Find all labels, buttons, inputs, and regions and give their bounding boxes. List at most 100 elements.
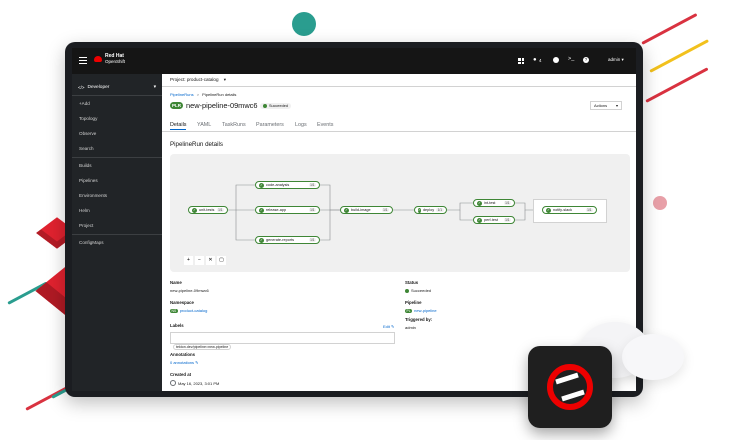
tab-taskruns[interactable]: TaskRuns [222,122,246,128]
status-value: Succeeded [405,288,431,293]
tab-bar: Details YAML TaskRuns Parameters Logs Ev… [162,120,636,132]
page-header: PLR new-pipeline-09mwc6 Succeeded [170,101,291,110]
task-label: notify-slack [553,208,572,212]
task-label: deploy [422,208,435,212]
status-badge: Succeeded [260,102,291,109]
created-text: May 16, 2023, 3:01 PM [178,380,220,386]
sidebar-item-search[interactable]: Search [79,146,94,151]
task-badge: 1/1 [308,238,316,242]
task-label: unit-tests [199,208,215,212]
triggered-label: Triggered by: [405,317,433,322]
notification-count: 4 [539,58,542,63]
sidebar: </> Developer ▾ +Add Topology Observe Se… [72,74,162,391]
check-icon: ✓ [259,207,264,213]
tab-parameters[interactable]: Parameters [256,122,284,128]
namespace-label: Namespace [170,300,194,305]
breadcrumb: PipelineRuns > PipelineRun details [170,92,236,97]
name-value: new-pipeline-09mwc6 [170,288,209,293]
labels-edit-label: Edit [383,324,390,329]
hamburger-icon[interactable] [79,57,87,64]
sidebar-item-topology[interactable]: Topology [79,116,97,121]
pipeline-value: PL new-pipeline [405,308,437,313]
check-icon: ✓ [259,237,264,243]
sidebar-item-observe[interactable]: Observe [79,131,96,136]
task-label: build-image [351,208,371,212]
tab-yaml[interactable]: YAML [197,122,211,128]
task-node-perf-test[interactable]: ✓ perf-test 1/1 [473,216,515,224]
zoom-in-icon[interactable]: + [184,256,193,265]
zoom-out-icon[interactable]: − [195,256,204,265]
task-node-int-test[interactable]: ✓ int-test 1/1 [473,199,515,207]
sidebar-item-pipelines[interactable]: Pipelines [79,178,98,183]
task-badge: 1/1 [585,208,593,212]
task-node-build-image[interactable]: ✓ build-image 1/1 [340,206,393,214]
check-circle-icon [263,103,268,108]
task-node-notify-slack[interactable]: ✓ notify-slack 1/1 [542,206,597,214]
tab-details[interactable]: Details [170,122,187,130]
sidebar-item-builds[interactable]: Builds [79,163,92,168]
task-label: perf-test [484,218,498,222]
globe-icon [170,380,176,386]
grid-icon[interactable] [518,58,524,64]
bell-icon[interactable]: ● [533,57,537,63]
actions-dropdown[interactable]: Actions ▾ [590,101,622,110]
task-badge: 1/1 [503,218,511,222]
fit-icon[interactable]: ✕ [206,256,215,265]
status-value-text: Succeeded [411,288,432,293]
sidebar-item-environments[interactable]: Environments [79,193,107,198]
task-node-unit-tests[interactable]: ✓ unit-tests 1/1 [188,206,228,214]
brand-text: Red Hat OpenShift [105,54,125,65]
task-label: release-app [266,208,287,212]
teal-circle [292,12,316,36]
pipeline-link[interactable]: new-pipeline [414,308,436,313]
perspective-switcher[interactable]: </> Developer ▾ [78,82,156,92]
check-icon: ✓ [344,207,349,213]
perspective-label: Developer [87,84,110,90]
labels-box[interactable]: tekton.dev/pipeline=new-pipeline [170,332,395,350]
pencil-icon: ✎ [195,360,199,365]
plus-icon[interactable] [553,57,559,63]
caret-down-icon: ▾ [621,57,624,62]
check-icon: ✓ [259,182,264,188]
task-label: int-test [484,201,496,205]
check-icon: ✓ [546,207,551,213]
sidebar-item-helm[interactable]: Helm [79,208,90,213]
triggered-value: admin [405,325,416,330]
stripe-yellow [649,39,709,73]
breadcrumb-root[interactable]: PipelineRuns [170,92,194,97]
tab-logs[interactable]: Logs [295,122,307,128]
stripe-red-1 [641,13,698,45]
caret-down-icon: ▾ [153,84,156,90]
check-icon: ✓ [477,217,482,223]
annotations-link: 0 annotations [170,360,195,365]
project-selector[interactable]: Project: product-catalog ▾ [170,77,226,83]
graph-controls: + − ✕ ▢ [184,256,226,265]
created-value: May 16, 2023, 3:01 PM [170,380,219,386]
openshift-ring-icon [547,364,593,410]
expand-icon[interactable]: ▢ [217,256,226,265]
redhat-logo-icon [94,56,102,62]
task-node-release-app[interactable]: ✓ release-app 1/1 [255,206,320,214]
namespace-link[interactable]: product-catalog [180,308,208,313]
sidebar-item-project[interactable]: Project [79,223,93,228]
task-node-code-analysis[interactable]: ✓ code-analysis 1/1 [255,181,320,189]
sidebar-item-configmaps[interactable]: ConfigMaps [79,240,104,245]
labels-edit-button[interactable]: Edit ✎ [383,324,394,329]
task-label: code-analysis [266,183,290,187]
help-icon[interactable]: ? [583,57,589,63]
check-icon: ✓ [192,207,197,213]
annotations-value[interactable]: 0 annotations ✎ [170,360,199,365]
tab-events[interactable]: Events [317,122,333,128]
section-title: PipelineRun details [170,141,223,148]
stripe-red-2 [645,67,709,103]
sidebar-item-add[interactable]: +Add [79,101,90,106]
terminal-icon[interactable]: >_ [568,56,574,62]
project-bar: Project: product-catalog ▾ [162,74,636,87]
task-node-generate-reports[interactable]: ✓ generate-reports 1/1 [255,236,320,244]
code-icon: </> [78,84,85,90]
task-badge: 1/1 [308,183,316,187]
task-label: generate-reports [266,238,295,242]
check-icon: ✓ [418,207,421,213]
user-menu[interactable]: admin ▾ [608,57,624,63]
task-node-deploy[interactable]: ✓ deploy 1/1 [414,206,447,214]
